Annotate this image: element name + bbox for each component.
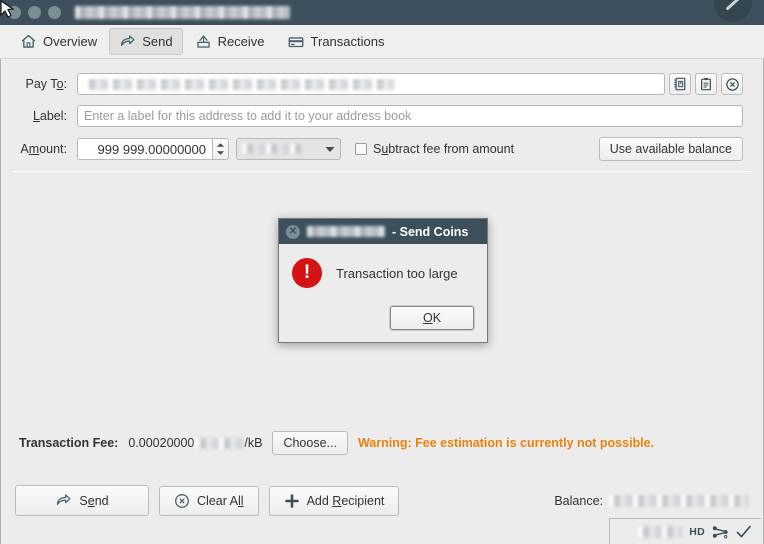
dialog-titlebar: ✕ - Send Coins bbox=[279, 219, 487, 244]
label-input[interactable]: Enter a label for this address to add it… bbox=[77, 105, 743, 127]
dialog-actions: OK bbox=[292, 305, 475, 331]
window-titlebar bbox=[0, 0, 764, 25]
fee-amount: 0.00020000 bbox=[128, 436, 195, 450]
subtract-fee-checkbox[interactable] bbox=[355, 143, 367, 155]
network-icon[interactable] bbox=[712, 525, 729, 539]
dialog-title-suffix: - Send Coins bbox=[392, 224, 469, 239]
use-available-balance-button[interactable]: Use available balance bbox=[598, 137, 743, 161]
decorative-orb-icon bbox=[714, 0, 752, 22]
error-icon: ! bbox=[292, 258, 322, 288]
fee-value: 0.00020000/kB bbox=[128, 436, 262, 450]
payto-input[interactable] bbox=[77, 73, 665, 95]
check-icon[interactable] bbox=[736, 525, 752, 539]
form-separator bbox=[13, 171, 751, 172]
clear-all-button[interactable]: Clear All bbox=[159, 485, 259, 516]
window-minimize-button[interactable] bbox=[28, 6, 41, 19]
balance-display: Balance: bbox=[554, 494, 749, 508]
tab-send-label: Send bbox=[142, 34, 173, 49]
dialog-message-row: ! Transaction too large bbox=[292, 258, 474, 288]
action-buttons: Send Clear All Add Recipient Balance: bbox=[1, 485, 763, 516]
send-button[interactable]: Send bbox=[15, 485, 149, 516]
tab-receive[interactable]: Receive bbox=[185, 28, 275, 55]
tab-overview[interactable]: Overview bbox=[10, 28, 107, 55]
tab-receive-label: Receive bbox=[217, 34, 265, 49]
amount-input[interactable]: 999 999.00000000 bbox=[77, 138, 212, 160]
window-title-redacted bbox=[75, 6, 290, 19]
choose-fee-button[interactable]: Choose... bbox=[272, 431, 348, 455]
amount-spinbox[interactable]: 999 999.00000000 bbox=[77, 138, 229, 160]
balance-value-redacted bbox=[609, 494, 749, 507]
home-icon bbox=[21, 34, 36, 48]
unit-select[interactable] bbox=[236, 138, 341, 160]
label-label: Label: bbox=[32, 109, 67, 123]
unit-value-redacted bbox=[242, 144, 302, 154]
chevron-up-icon[interactable] bbox=[216, 142, 225, 148]
main-toolbar: Overview Send Receive Transactions bbox=[0, 25, 764, 59]
send-form: Pay To: Label: Enter a label for this ad… bbox=[1, 59, 763, 161]
fee-warning: Warning: Fee estimation is currently not… bbox=[357, 436, 655, 450]
window-maximize-button[interactable] bbox=[48, 6, 61, 19]
ok-button-label: OK bbox=[422, 311, 442, 325]
circle-x-icon bbox=[725, 77, 739, 91]
send-arrow-icon bbox=[57, 494, 71, 505]
chevron-down-icon[interactable] bbox=[216, 150, 225, 156]
payto-row: Pay To: bbox=[1, 73, 743, 95]
hd-status-label: HD bbox=[689, 525, 705, 538]
ok-button[interactable]: OK bbox=[389, 305, 475, 331]
clipboard-icon bbox=[701, 77, 711, 91]
balance-label: Balance: bbox=[554, 493, 603, 508]
clear-address-button[interactable] bbox=[721, 73, 743, 95]
add-recipient-button-label: Add Recipient bbox=[306, 493, 385, 508]
payto-label: Pay To: bbox=[25, 77, 67, 91]
address-book-button[interactable] bbox=[669, 73, 691, 95]
payto-value-redacted bbox=[84, 78, 394, 90]
tab-transactions-label: Transactions bbox=[310, 34, 385, 49]
chevron-down-icon bbox=[325, 146, 335, 152]
fee-per-kb: /kB bbox=[244, 436, 263, 450]
tab-send[interactable]: Send bbox=[109, 28, 183, 55]
paste-button[interactable] bbox=[695, 73, 717, 95]
send-button-label: Send bbox=[79, 493, 109, 508]
clear-all-button-label: Clear All bbox=[197, 493, 244, 508]
amount-row: Amount: 999 999.00000000 Subtract fee fr… bbox=[1, 137, 743, 161]
transaction-fee-row: Transaction Fee: 0.00020000/kB Choose...… bbox=[1, 431, 763, 455]
error-dialog: ✕ - Send Coins ! Transaction too large O… bbox=[278, 218, 488, 343]
subtract-fee-label: Subtract fee from amount bbox=[373, 142, 515, 156]
address-book-icon bbox=[674, 77, 686, 91]
label-row: Label: Enter a label for this address to… bbox=[1, 105, 743, 127]
tab-transactions[interactable]: Transactions bbox=[277, 28, 395, 56]
dialog-title-redacted bbox=[307, 226, 385, 237]
status-bar: HD bbox=[609, 518, 761, 544]
card-icon bbox=[288, 36, 303, 47]
amount-stepper[interactable] bbox=[212, 138, 229, 160]
add-recipient-button[interactable]: Add Recipient bbox=[268, 485, 400, 516]
plus-icon bbox=[284, 493, 299, 508]
fee-unit-redacted bbox=[195, 438, 244, 450]
send-arrow-icon bbox=[121, 35, 135, 46]
status-text-redacted bbox=[638, 525, 683, 538]
mouse-cursor-icon bbox=[0, 0, 15, 18]
tab-overview-label: Overview bbox=[43, 34, 98, 49]
receive-inbox-icon bbox=[196, 35, 210, 48]
circle-x-icon bbox=[175, 493, 189, 508]
dialog-close-button[interactable]: ✕ bbox=[286, 224, 300, 239]
dialog-message: Transaction too large bbox=[336, 265, 458, 281]
fee-label: Transaction Fee: bbox=[19, 436, 119, 450]
amount-label: Amount: bbox=[20, 142, 67, 156]
dialog-body: ! Transaction too large OK bbox=[279, 244, 487, 342]
